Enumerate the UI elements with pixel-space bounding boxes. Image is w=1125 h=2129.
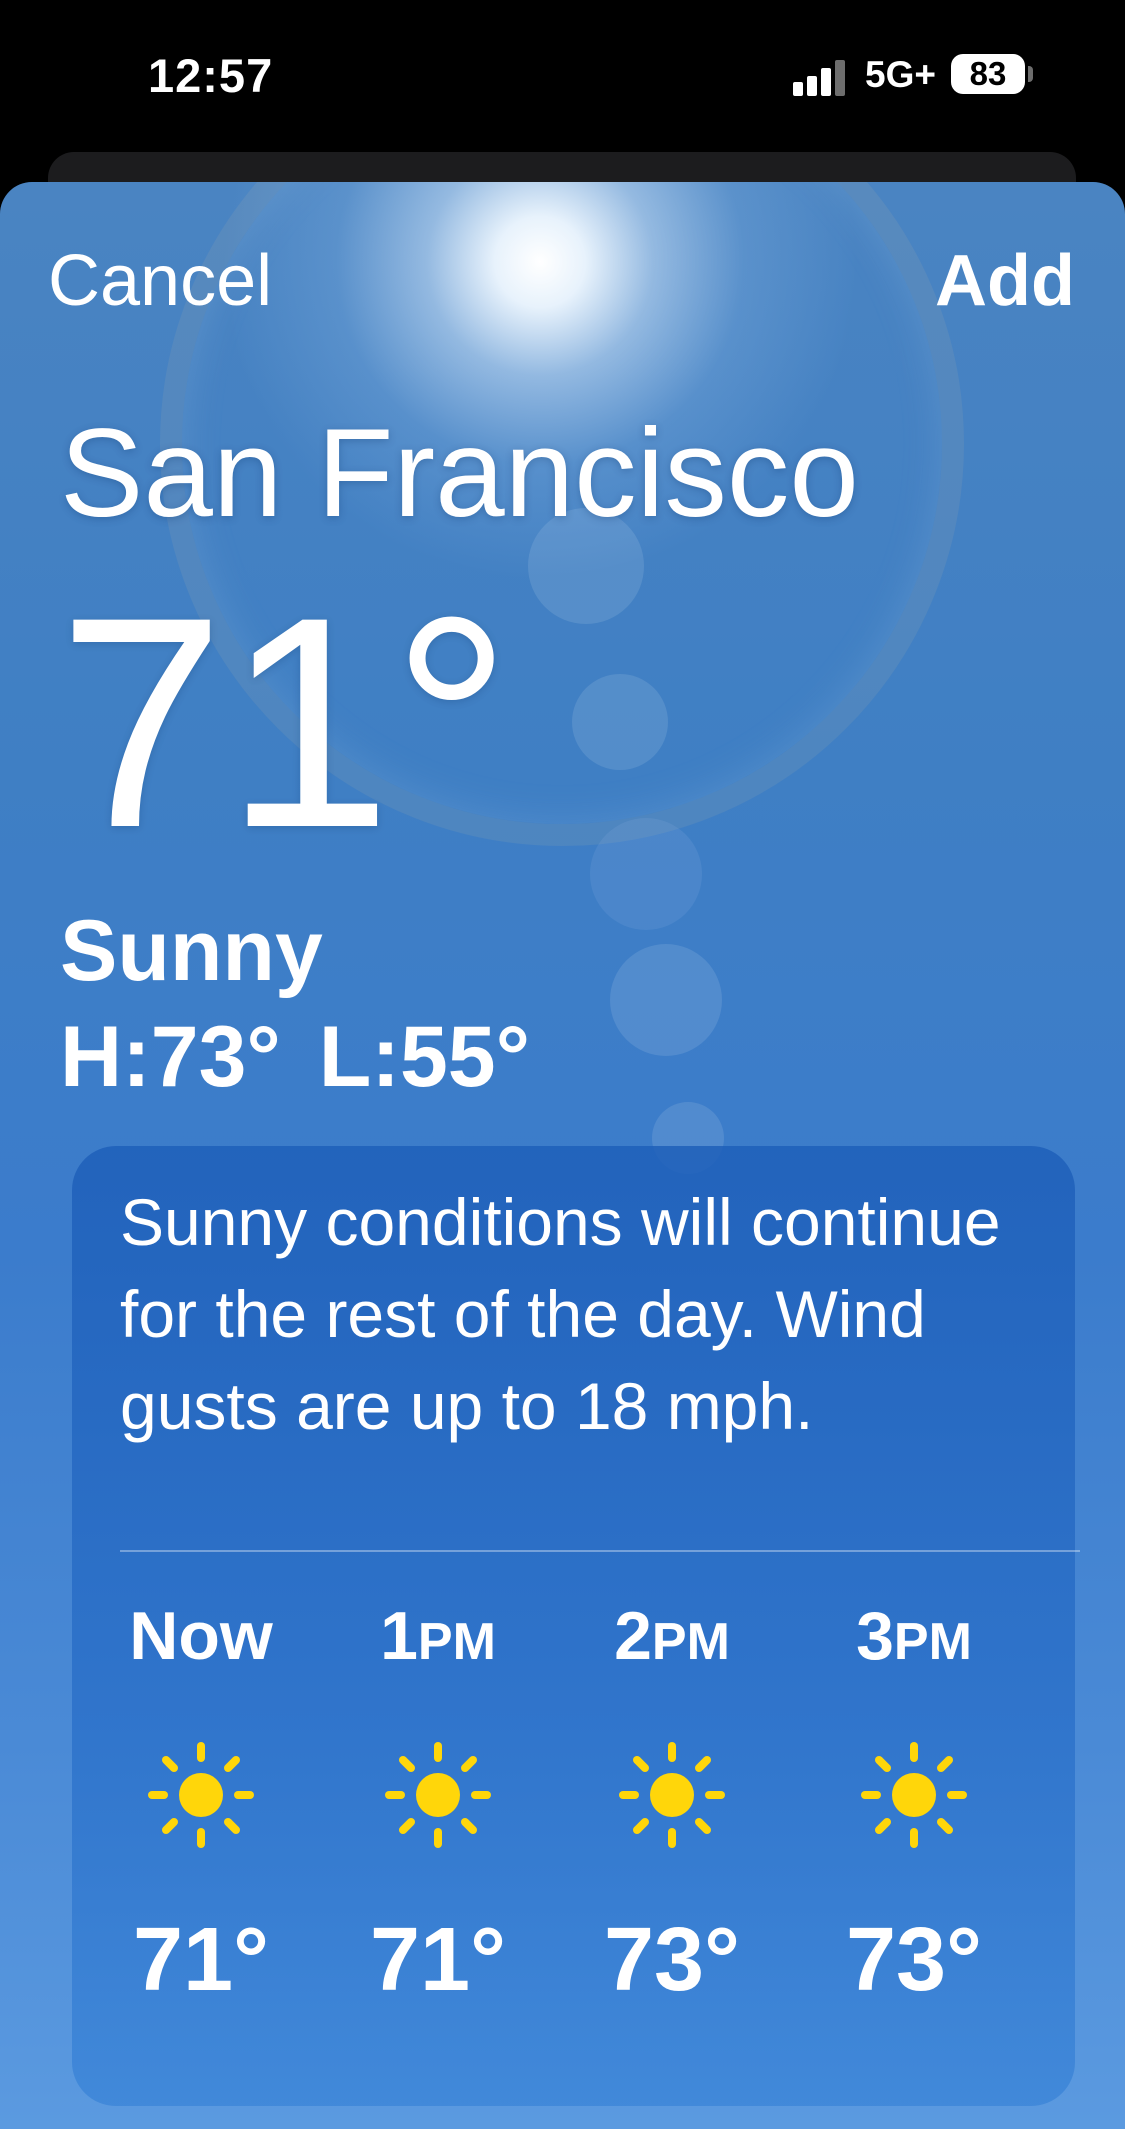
status-time: 12:57: [148, 49, 274, 102]
lens-flare: [590, 818, 702, 930]
battery-cap: [1028, 66, 1033, 82]
hourly-item: 3PM 73°: [814, 1596, 1014, 2010]
sun-icon: [861, 1742, 967, 1848]
hour-label: 1PM: [380, 1598, 496, 1674]
city-name: San Francisco: [60, 404, 859, 543]
hourly-item: 2PM 73°: [572, 1596, 772, 2010]
forecast-summary: Sunny conditions will continue for the r…: [120, 1185, 1001, 1443]
status-bar: 12:57 5G+ 83: [0, 0, 1125, 150]
high-low-temperature: H:73° L:55°: [60, 1008, 530, 1107]
hour-temperature: 73°: [603, 1910, 741, 2010]
signal-icon: [793, 58, 848, 96]
hourly-item: Now 71°: [101, 1596, 301, 2010]
hour-temperature: 73°: [845, 1910, 983, 2010]
hour-label: 2PM: [614, 1598, 730, 1674]
current-temperature: 71°: [58, 554, 512, 890]
sun-icon: [619, 1742, 725, 1848]
weather-condition: Sunny: [60, 903, 323, 999]
cancel-button[interactable]: Cancel: [48, 240, 272, 322]
hourly-forecast-card[interactable]: Sunny conditions will continue for the r…: [72, 1146, 1080, 2106]
battery-icon: 83: [951, 54, 1025, 94]
add-button[interactable]: Add: [935, 240, 1075, 322]
sun-icon: [385, 1742, 491, 1848]
divider: [120, 1550, 1080, 1552]
hour-label: Now: [129, 1598, 273, 1674]
hour-temperature: 71°: [132, 1910, 270, 2010]
sun-icon: [148, 1742, 254, 1848]
low-temperature: L:55°: [318, 1009, 531, 1105]
lens-flare: [572, 674, 668, 770]
hour-label: 3PM: [856, 1598, 972, 1674]
add-location-sheet: Cancel Add San Francisco 71° Sunny H:73°…: [0, 182, 1125, 2129]
hour-temperature: 71°: [369, 1910, 507, 2010]
lens-flare: [610, 944, 722, 1056]
high-temperature: H:73°: [60, 1009, 281, 1105]
network-type: 5G+: [865, 54, 936, 95]
hourly-item: 1PM 71°: [338, 1596, 538, 2010]
